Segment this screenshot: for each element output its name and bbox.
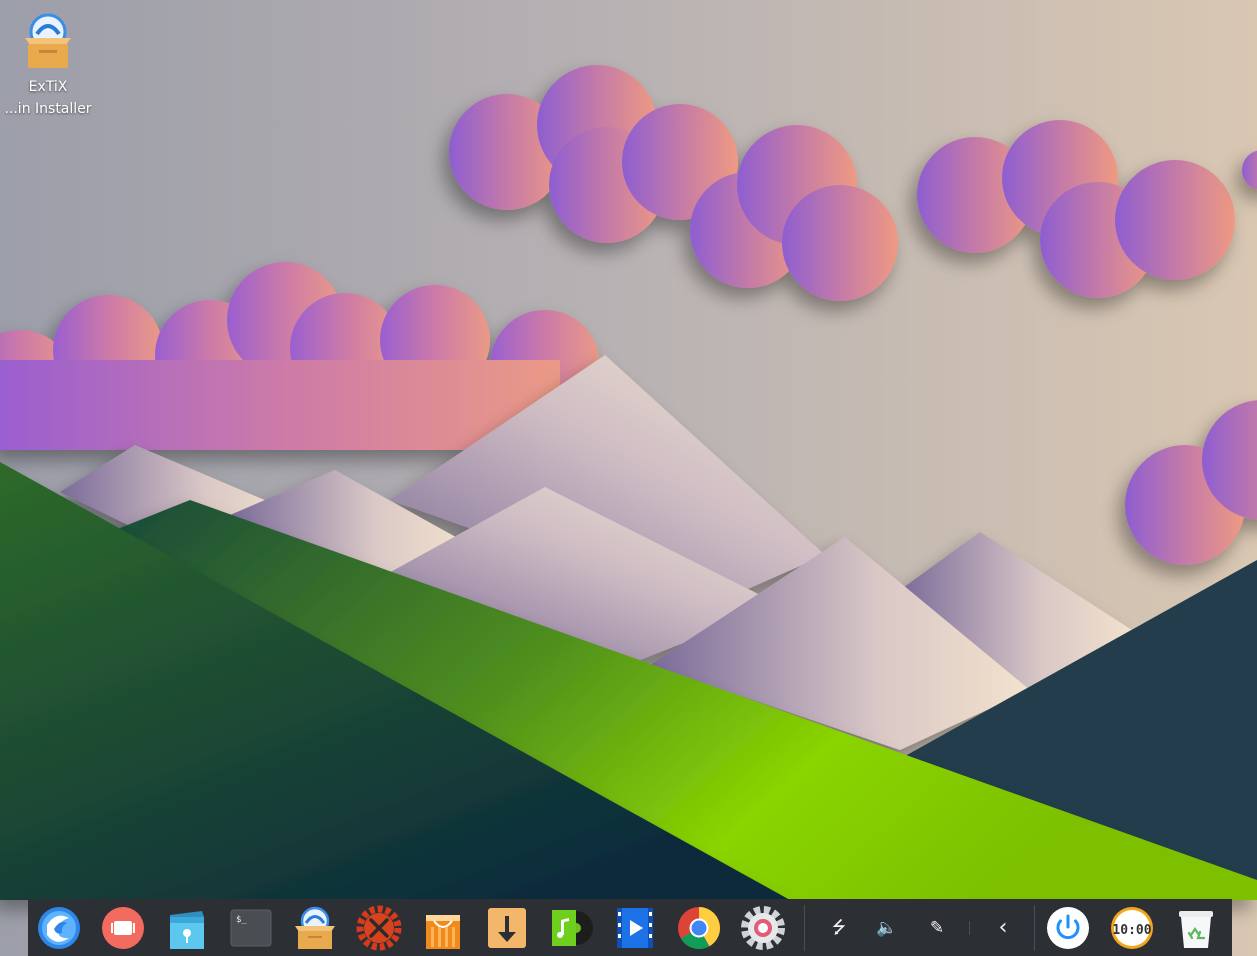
terminal-prompt-label: $_ bbox=[236, 915, 247, 925]
usb-icon[interactable]: ⭍ bbox=[825, 914, 853, 942]
download-manager-icon[interactable] bbox=[484, 905, 530, 951]
volume-icon[interactable]: 🔈 bbox=[873, 914, 901, 942]
desktop-wallpaper bbox=[0, 0, 1257, 956]
video-player-icon[interactable] bbox=[612, 905, 658, 951]
launcher-icon[interactable] bbox=[36, 905, 82, 951]
trash-icon[interactable] bbox=[1173, 905, 1219, 951]
desktop-icon-label-line1: ExTiX bbox=[28, 79, 68, 95]
chrome-browser-icon[interactable] bbox=[676, 905, 722, 951]
settings-icon[interactable] bbox=[740, 905, 786, 951]
system-tools-icon[interactable] bbox=[356, 905, 402, 951]
dock-separator-right bbox=[1034, 905, 1035, 951]
desktop-icon-label-line2: ...in Installer bbox=[4, 101, 92, 117]
music-player-icon[interactable] bbox=[548, 905, 594, 951]
file-manager-icon[interactable] bbox=[164, 905, 210, 951]
desktop-icon-installer[interactable]: ExTiX ...in Installer bbox=[0, 6, 96, 120]
expand-tray-icon[interactable]: ‹ bbox=[989, 914, 1017, 942]
app-store-icon[interactable] bbox=[420, 905, 466, 951]
pen-icon[interactable]: ✎ bbox=[923, 914, 951, 942]
installer-box-icon[interactable] bbox=[292, 905, 338, 951]
clock-icon[interactable]: 10:00 bbox=[1109, 905, 1155, 951]
terminal-icon[interactable]: $_ bbox=[228, 905, 274, 951]
clock-time-label: 10:00 bbox=[1112, 923, 1151, 938]
tray-separator bbox=[969, 921, 970, 935]
dock-separator bbox=[804, 905, 805, 951]
dock: $_ ⭍ 🔈 ✎ ‹ 10:00 bbox=[28, 899, 1232, 956]
multitasking-view-icon[interactable] bbox=[100, 905, 146, 951]
package-box-icon bbox=[25, 13, 71, 68]
power-icon[interactable] bbox=[1045, 905, 1091, 951]
